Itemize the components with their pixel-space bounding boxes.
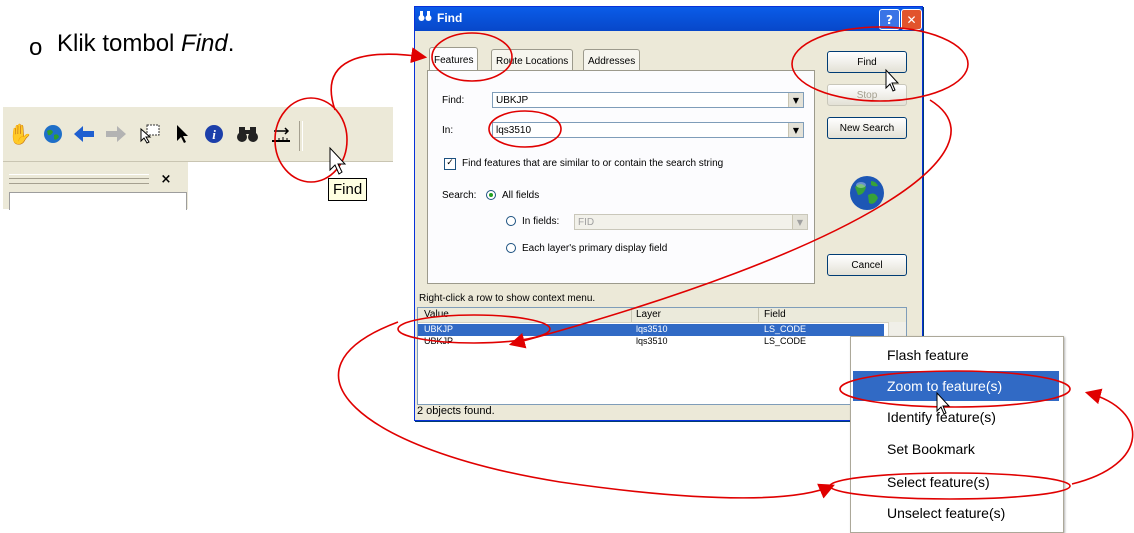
arrow-tool-to-tab: [330, 47, 428, 111]
chevron-down-icon[interactable]: ▼: [788, 123, 803, 137]
in-label: In:: [442, 125, 454, 136]
dock-grip[interactable]: [9, 174, 149, 184]
globe-icon[interactable]: [40, 121, 66, 147]
similar-checkbox-label: Find features that are similar to or con…: [462, 158, 724, 169]
search-label: Search:: [442, 190, 477, 201]
table-row[interactable]: UBKJP lqs3510 LS_CODE: [418, 336, 884, 348]
tab-route-locations[interactable]: Route Locations: [491, 49, 574, 72]
col-separator: [631, 308, 632, 322]
radio-in-fields[interactable]: [506, 216, 516, 226]
pointer-arrow-icon[interactable]: [169, 121, 195, 147]
measure-icon[interactable]: [268, 121, 294, 147]
tools-toolbar: ✋ i: [3, 107, 393, 162]
menu-item-select-feature[interactable]: Select feature(s): [853, 467, 1059, 497]
radio-all-fields[interactable]: [486, 190, 496, 200]
stop-button[interactable]: Stop: [827, 84, 907, 106]
radio-primary-field-label: Each layer's primary display field: [522, 243, 668, 254]
radio-all-fields-label: All fields: [502, 190, 540, 201]
cell-layer: lqs3510: [636, 324, 668, 334]
table-row[interactable]: UBKJP lqs3510 LS_CODE: [418, 324, 884, 336]
forward-arrow-icon[interactable]: [103, 121, 129, 147]
chevron-down-icon[interactable]: ▼: [788, 93, 803, 107]
menu-item-set-bookmark[interactable]: Set Bookmark: [853, 434, 1059, 464]
menu-item-zoom-to-feature[interactable]: Zoom to feature(s): [853, 371, 1059, 401]
instruction-bullet: o: [29, 34, 43, 61]
find-combo[interactable]: UBKJP ▼: [492, 92, 804, 108]
cell-layer: lqs3510: [636, 336, 668, 346]
dock-grip-line: [9, 178, 149, 179]
layer-combo[interactable]: lqs3510 ▼: [492, 122, 804, 138]
instruction-suffix: .: [227, 30, 235, 57]
close-button[interactable]: ✕: [901, 9, 922, 30]
back-arrow-icon[interactable]: [71, 121, 97, 147]
col-separator: [758, 308, 759, 322]
find-value: UBKJP: [496, 94, 529, 106]
find-binoculars-icon[interactable]: [235, 121, 261, 147]
menu-item-flash-feature[interactable]: Flash feature: [853, 340, 1059, 370]
docked-window: ×: [3, 162, 189, 210]
cell-field: LS_CODE: [764, 324, 807, 334]
svg-text:i: i: [212, 127, 216, 142]
cell-value: UBKJP: [424, 336, 454, 346]
menu-item-unselect-feature[interactable]: Unselect feature(s): [853, 498, 1059, 528]
col-layer[interactable]: Layer: [636, 309, 661, 320]
chevron-down-icon[interactable]: ▼: [792, 215, 807, 229]
find-tooltip: Find: [328, 178, 368, 201]
radio-in-fields-label: In fields:: [522, 216, 560, 227]
menu-item-identify-feature[interactable]: Identify feature(s): [853, 402, 1059, 432]
dialog-titlebar[interactable]: Find ? ✕: [415, 7, 922, 31]
results-hint: Right-click a row to show context menu.: [419, 293, 596, 304]
dock-close-icon[interactable]: ×: [159, 172, 173, 187]
find-dialog: Find ? ✕ Features Route Locations Addres…: [414, 6, 923, 421]
select-features-icon[interactable]: [137, 121, 163, 147]
radio-primary-field[interactable]: [506, 243, 516, 253]
status-text: 2 objects found.: [417, 405, 495, 417]
cancel-button[interactable]: Cancel: [827, 254, 907, 276]
help-button[interactable]: ?: [879, 9, 900, 30]
instruction-emphasis: Find: [181, 30, 228, 57]
results-list[interactable]: Value Layer Field UBKJP lqs3510 LS_CODE …: [417, 307, 907, 405]
identify-icon[interactable]: i: [201, 121, 227, 147]
col-value[interactable]: Value: [424, 309, 449, 320]
new-search-button[interactable]: New Search: [827, 117, 907, 139]
toolbar-separator: [299, 121, 303, 151]
col-field[interactable]: Field: [764, 309, 786, 320]
layer-value: lqs3510: [496, 124, 532, 136]
instruction-text: Klik tombol Find.: [57, 30, 234, 58]
instruction-prefix: Klik tombol: [57, 30, 182, 57]
tab-features[interactable]: Features: [429, 47, 479, 72]
cell-value: UBKJP: [424, 324, 454, 334]
binoculars-icon: [418, 10, 432, 26]
cell-field: LS_CODE: [764, 336, 807, 346]
results-header: Value Layer Field: [418, 308, 906, 323]
arrow-select-to-zoom: [1071, 388, 1134, 485]
tab-addresses[interactable]: Addresses: [583, 49, 641, 72]
context-menu: Flash feature Zoom to feature(s) Identif…: [850, 336, 1064, 533]
find-label: Find:: [442, 95, 465, 106]
features-tab-panel: Find: UBKJP ▼ In: lqs3510 ▼ ✓ Find featu…: [427, 70, 815, 284]
find-button[interactable]: Find: [827, 51, 907, 73]
fields-value: FID: [578, 216, 595, 228]
dock-content: [9, 192, 187, 210]
similar-checkbox[interactable]: ✓: [444, 158, 456, 170]
earth-globe-icon: [847, 173, 887, 218]
pan-hand-icon[interactable]: ✋: [7, 121, 33, 147]
fields-combo[interactable]: FID ▼: [574, 214, 808, 230]
dialog-title: Find: [437, 11, 463, 25]
